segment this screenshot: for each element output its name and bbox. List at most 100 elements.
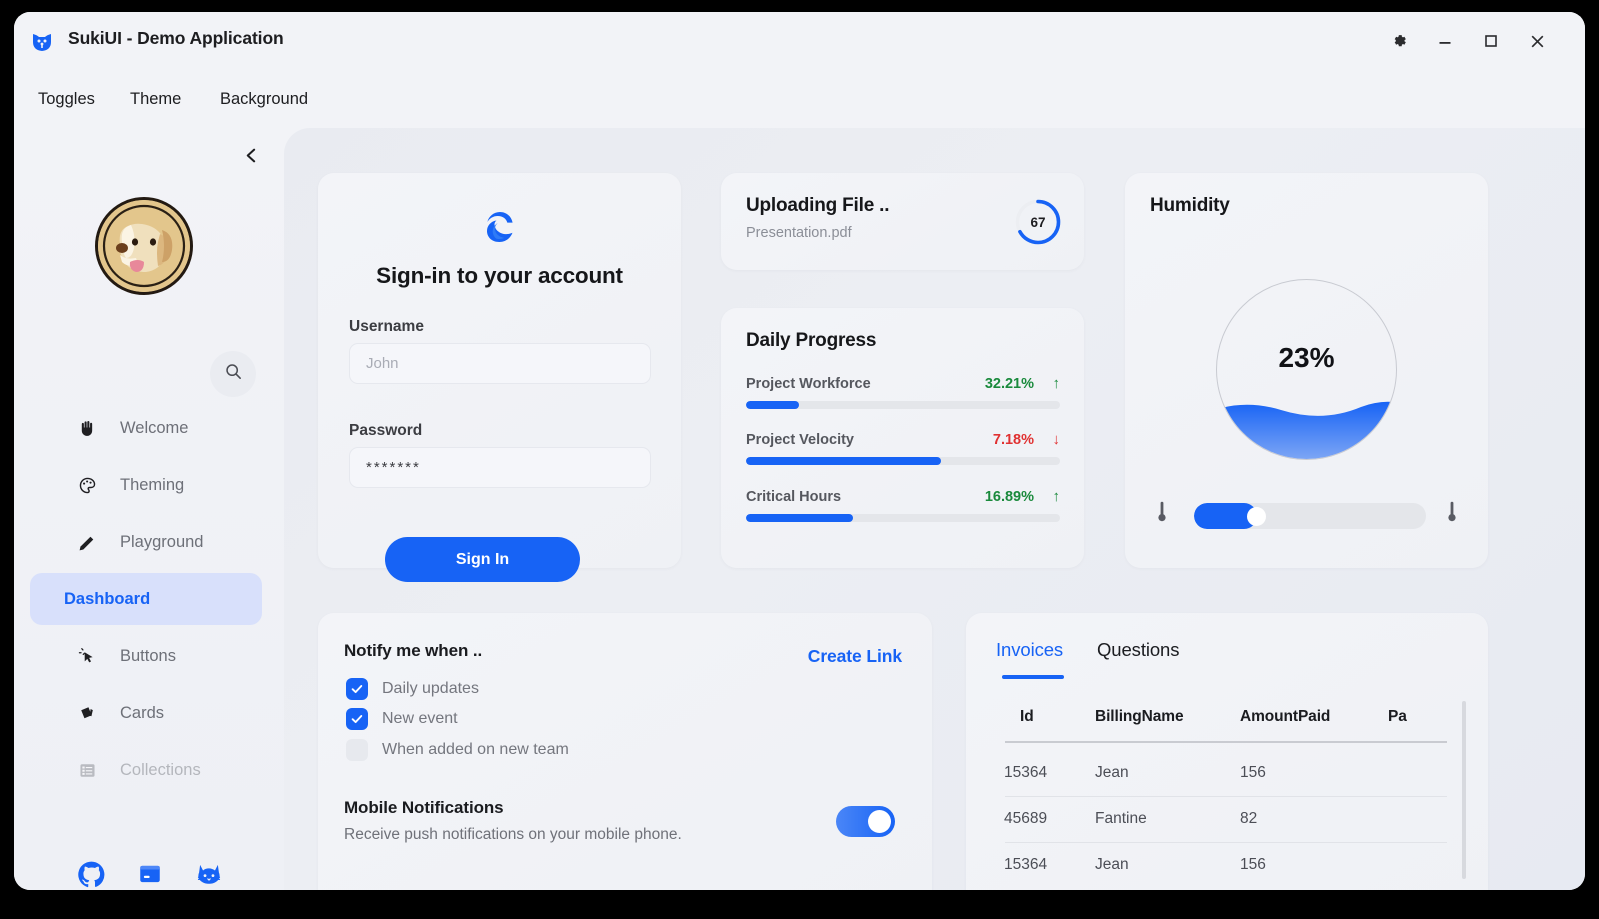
mobile-notifications-subtitle: Receive push notifications on your mobil… [344,826,682,843]
checkbox-new-team[interactable]: When added on new team [346,737,569,763]
menu-theme[interactable]: Theme [130,84,181,114]
checkbox-daily-updates[interactable]: Daily updates [346,676,479,702]
progress-fill [746,514,853,522]
close-icon[interactable] [1519,23,1555,59]
notify-card: Notify me when .. Create Link Daily upda… [318,613,932,890]
sidebar-item-label: Buttons [120,646,176,665]
username-label: Username [349,318,424,335]
upload-card: Uploading File .. Presentation.pdf 67 [721,173,1084,270]
cursor-click-icon [72,647,102,666]
cat-icon[interactable] [191,856,227,890]
daily-progress-title: Daily Progress [746,330,877,351]
app-title: SukiUI - Demo Application [68,28,284,48]
slider-track[interactable] [1194,503,1426,529]
daily-progress-card: Daily Progress Project Workforce 32.21% … [721,308,1084,568]
menu-toggles[interactable]: Toggles [38,84,95,114]
sidebar-item-label: Cards [120,703,165,722]
progress-label: Project Workforce [746,376,871,392]
tab-questions[interactable]: Questions [1097,639,1180,669]
cell-name: Jean [1095,856,1129,873]
minimize-icon[interactable] [1427,23,1463,59]
edge-logo-icon [484,211,516,243]
table-scrollbar[interactable] [1462,701,1466,879]
humidity-gauge: 23% [1216,279,1397,460]
checkbox-box[interactable] [346,708,368,730]
sidebar-item-cards[interactable]: Cards [30,687,262,739]
progress-value: 16.89% [984,489,1034,505]
password-input[interactable] [349,447,651,488]
cards-icon [72,704,102,723]
upload-filename: Presentation.pdf [746,225,852,241]
cell-name: Fantine [1095,810,1147,827]
nuget-box-icon[interactable] [132,856,168,890]
sidebar-item-collections[interactable]: Collections [30,744,262,796]
cell-amount: 82 [1240,810,1258,827]
progress-track [746,401,1060,409]
username-input[interactable] [349,343,651,384]
sidebar-item-buttons[interactable]: Buttons [30,630,262,682]
sidebar-item-label: Welcome [120,418,189,437]
tab-active-underline [1002,675,1064,679]
sidebar-item-label: Playground [120,532,204,551]
signin-button[interactable]: Sign In [385,537,580,582]
progress-fill [746,457,941,465]
tab-invoices[interactable]: Invoices [996,639,1063,669]
sidebar-links [14,844,284,890]
invoices-card: Invoices Questions Id BillingName Amount… [966,613,1488,890]
sidebar-item-label: Theming [120,475,185,494]
column-header-pa[interactable]: Pa [1388,708,1407,726]
mobile-notifications-toggle[interactable] [836,806,895,837]
maximize-icon[interactable] [1473,23,1509,59]
slider-thumb[interactable] [1247,507,1267,526]
humidity-title: Humidity [1150,195,1230,216]
thermometer-icon [1154,500,1170,529]
gear-icon[interactable] [1381,23,1417,59]
notify-title: Notify me when .. [344,641,483,660]
checkbox-label: When added on new team [382,741,569,758]
sidebar-item-dashboard[interactable]: Dashboard [30,573,262,625]
github-icon[interactable] [73,856,109,890]
water-wave [1217,401,1396,459]
create-link-button[interactable]: Create Link [808,646,902,667]
sidebar-item-welcome[interactable]: Welcome [30,402,262,454]
cell-id: 45689 [1004,810,1048,827]
humidity-card: Humidity 23% [1125,173,1488,568]
progress-track [746,457,1060,465]
progress-fill [746,401,800,409]
sidebar-item-label: Collections [120,760,201,779]
table-header-row: Id BillingName AmountPaid Pa [994,701,1454,743]
humidity-slider[interactable] [1150,496,1464,532]
avatar[interactable] [95,197,193,295]
search-input[interactable] [210,351,256,397]
chevron-left-icon[interactable] [236,140,266,170]
dog-logo-icon [29,28,55,54]
main-content: Sign-in to your account Username Passwor… [284,128,1585,890]
app-window: SukiUI - Demo Application Toggles Theme … [14,12,1585,890]
menu-background[interactable]: Background [220,84,308,114]
signin-title: Sign-in to your account [376,263,623,288]
password-label: Password [349,422,423,439]
column-header-id[interactable]: Id [1020,708,1034,726]
checkbox-box[interactable] [346,678,368,700]
column-header-billingname[interactable]: BillingName [1095,708,1184,726]
column-header-amountpaid[interactable]: AmountPaid [1240,708,1330,726]
checkbox-label: New event [382,710,458,727]
palette-icon [72,476,102,495]
cell-name: Jean [1095,764,1129,781]
progress-value: 32.21% [984,376,1034,392]
cell-id: 15364 [1004,856,1048,873]
table-row[interactable]: 15364 Jean 156 [994,751,1454,797]
table-row[interactable]: 45689 Fantine 82 [994,797,1454,843]
pencil-icon [72,533,102,552]
checkbox-box[interactable] [346,739,368,761]
checkbox-new-event[interactable]: New event [346,706,458,732]
sidebar-item-theming[interactable]: Theming [30,459,262,511]
progress-track [746,514,1060,522]
table-row[interactable]: 15364 Jean 156 [994,843,1454,889]
trend-up-icon: ↑ [1052,375,1061,392]
sidebar-item-playground[interactable]: Playground [30,516,262,568]
sidebar: Welcome Theming Playground Dashboard But… [14,128,284,890]
hand-icon [72,419,102,438]
progress-value: 7.18% [992,432,1034,448]
upload-title: Uploading File .. [746,195,890,216]
